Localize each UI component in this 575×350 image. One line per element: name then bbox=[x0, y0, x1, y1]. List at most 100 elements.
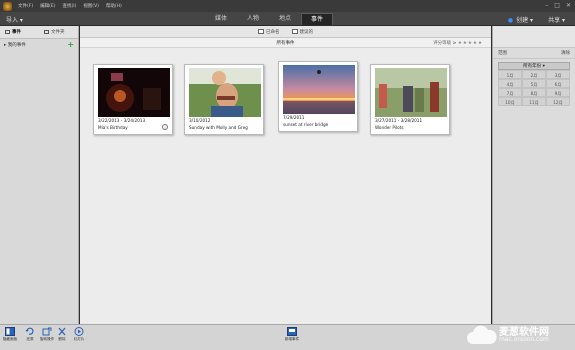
cloud-logo-icon bbox=[467, 325, 497, 344]
rating-filter[interactable]: 评分等级 ≥ ★★★★★ bbox=[433, 40, 483, 46]
tab-media[interactable]: 媒体 bbox=[205, 13, 237, 25]
event-photo-sunset bbox=[283, 65, 355, 114]
event-photo-pilots bbox=[375, 68, 447, 117]
close-icon[interactable]: ✕ bbox=[566, 2, 571, 9]
event-name: Sunday with Molly and Greg bbox=[189, 125, 248, 130]
menu-bar: 文件(F) 编辑(E) 查找(I) 视图(V) 帮助(H) – □ ✕ bbox=[0, 0, 575, 12]
main-content: 已命名 建议的 所有事件 评分等级 ≥ ★★★★★ 3/22/2013 - 3/… bbox=[80, 26, 491, 324]
tab-events[interactable]: 事件 bbox=[301, 13, 333, 25]
undo-label: 还原 bbox=[26, 337, 34, 341]
my-events-label: ▸ 我的事件 bbox=[4, 42, 26, 48]
grid-header: 所有事件 评分等级 ≥ ★★★★★ bbox=[80, 38, 491, 48]
bell-icon: ● bbox=[507, 17, 514, 24]
add-event-icon bbox=[287, 327, 297, 336]
menu-help[interactable]: 帮助(H) bbox=[106, 3, 122, 9]
event-date: 3/10/2012 bbox=[189, 118, 211, 123]
undo-icon bbox=[25, 327, 34, 335]
create-button[interactable]: ● 创建 ▾ bbox=[508, 15, 533, 24]
month-cell[interactable]: 11月 bbox=[522, 97, 546, 106]
month-cell[interactable]: 6月 bbox=[546, 79, 570, 88]
right-panel-spacer bbox=[493, 26, 575, 48]
event-date: 3/22/2013 - 3/24/2013 bbox=[98, 118, 146, 123]
named-events-toggle[interactable]: 已命名 bbox=[258, 29, 280, 35]
event-card[interactable]: 3/22/2013 - 3/24/2013 Mia's Birthday i bbox=[93, 64, 173, 135]
maximize-icon[interactable]: □ bbox=[554, 2, 560, 9]
undo-button[interactable]: 还原 bbox=[21, 327, 39, 342]
add-event-button[interactable]: 新增事件 bbox=[283, 327, 301, 342]
menu-view[interactable]: 视图(V) bbox=[83, 3, 99, 9]
month-cell[interactable]: 10月 bbox=[498, 97, 522, 106]
view-tabs: 媒体 人物 地点 事件 bbox=[205, 13, 333, 25]
delete-icon bbox=[58, 327, 66, 336]
watermark: 麦葱软件网 mac.orsoon.com bbox=[463, 320, 573, 350]
event-date: 3/27/2011 - 3/28/2011 bbox=[375, 118, 423, 123]
range-label: 范围 bbox=[498, 51, 507, 56]
year-select[interactable]: 所有年份 ▾ bbox=[498, 62, 570, 70]
left-panel: 事件 文件夹 ▸ 我的事件 + bbox=[0, 26, 79, 324]
month-cell[interactable]: 4月 bbox=[498, 79, 522, 88]
add-event-icon[interactable]: + bbox=[67, 40, 74, 49]
create-label: 创建 ▾ bbox=[516, 17, 533, 24]
menu-file[interactable]: 文件(F) bbox=[18, 3, 33, 9]
left-tab-folders[interactable]: 文件夹 bbox=[39, 26, 78, 38]
left-tab-events-label: 事件 bbox=[12, 30, 21, 35]
event-date: 7/29/2011 bbox=[283, 115, 305, 120]
add-event-label: 新增事件 bbox=[284, 337, 300, 341]
menu-edit[interactable]: 编辑(E) bbox=[40, 3, 55, 9]
delete-button[interactable]: 删除 bbox=[53, 327, 71, 342]
menu-find[interactable]: 查找(I) bbox=[62, 3, 76, 9]
rating-stars[interactable]: ★★★★★ bbox=[458, 41, 483, 46]
suggested-events-toggle[interactable]: 建议的 bbox=[291, 29, 314, 35]
event-filter-bar: 已命名 建议的 bbox=[80, 26, 491, 38]
named-icon bbox=[258, 29, 264, 34]
month-cell[interactable]: 12月 bbox=[546, 97, 570, 106]
delete-label: 删除 bbox=[58, 337, 66, 341]
named-label: 已命名 bbox=[266, 29, 280, 35]
event-name: sunset at river bridge bbox=[283, 122, 329, 127]
window-controls: – □ ✕ bbox=[545, 2, 571, 9]
event-name: Mia's Birthday bbox=[98, 125, 128, 130]
month-cell[interactable]: 8月 bbox=[522, 88, 546, 97]
folder-icon bbox=[44, 30, 49, 34]
event-name: Wonder Pilots bbox=[375, 125, 404, 130]
month-cell[interactable]: 7月 bbox=[498, 88, 522, 97]
event-photo-sunday bbox=[189, 68, 261, 117]
month-grid: 1月 2月 3月 4月 5月 6月 7月 8月 9月 10月 11月 12月 bbox=[498, 70, 570, 106]
suggested-label: 建议的 bbox=[299, 29, 314, 35]
event-photo-birthday bbox=[98, 68, 170, 117]
play-icon bbox=[74, 327, 84, 336]
event-card[interactable]: 7/29/2011 sunset at river bridge bbox=[278, 61, 358, 132]
slideshow-button[interactable]: 幻灯片 bbox=[70, 327, 88, 342]
share-button[interactable]: 共享 ▾ bbox=[548, 15, 565, 24]
suggested-icon bbox=[291, 29, 298, 34]
import-button[interactable]: 导入 ▾ bbox=[6, 15, 23, 24]
my-events-row[interactable]: ▸ 我的事件 + bbox=[0, 39, 78, 50]
month-cell[interactable]: 3月 bbox=[546, 70, 570, 79]
rating-label: 评分等级 ≥ bbox=[433, 41, 457, 46]
toolbar: 导入 ▾ 媒体 人物 地点 事件 ● 创建 ▾ 共享 ▾ bbox=[0, 12, 575, 26]
month-cell[interactable]: 1月 bbox=[498, 70, 522, 79]
month-cell[interactable]: 9月 bbox=[546, 88, 570, 97]
grid-title: 所有事件 bbox=[276, 40, 295, 46]
minimize-icon[interactable]: – bbox=[545, 2, 548, 9]
rotate-icon bbox=[42, 327, 52, 336]
events-icon bbox=[5, 30, 10, 34]
right-panel: 范围 清除 所有年份 ▾ 1月 2月 3月 4月 5月 6月 7月 8月 9月 … bbox=[492, 26, 575, 324]
clear-button[interactable]: 清除 bbox=[561, 50, 570, 56]
slideshow-label: 幻灯片 bbox=[73, 337, 85, 341]
event-card[interactable]: 3/27/2011 - 3/28/2011 Wonder Pilots bbox=[370, 64, 450, 135]
tab-people[interactable]: 人物 bbox=[237, 13, 269, 25]
info-icon[interactable]: i bbox=[162, 124, 168, 130]
panel-icon bbox=[5, 327, 15, 336]
month-cell[interactable]: 2月 bbox=[522, 70, 546, 79]
hide-panel-button[interactable]: 隐藏面板 bbox=[1, 327, 19, 342]
tab-places[interactable]: 地点 bbox=[269, 13, 301, 25]
range-header: 范围 清除 bbox=[493, 48, 575, 59]
left-tab-events[interactable]: 事件 bbox=[0, 26, 39, 38]
left-tab-folders-label: 文件夹 bbox=[51, 30, 65, 35]
left-panel-tabs: 事件 文件夹 bbox=[0, 26, 78, 39]
hide-panel-label: 隐藏面板 bbox=[2, 337, 18, 341]
month-cell[interactable]: 5月 bbox=[522, 79, 546, 88]
event-card[interactable]: 3/10/2012 Sunday with Molly and Greg bbox=[184, 64, 264, 135]
app-logo-icon bbox=[3, 1, 12, 11]
